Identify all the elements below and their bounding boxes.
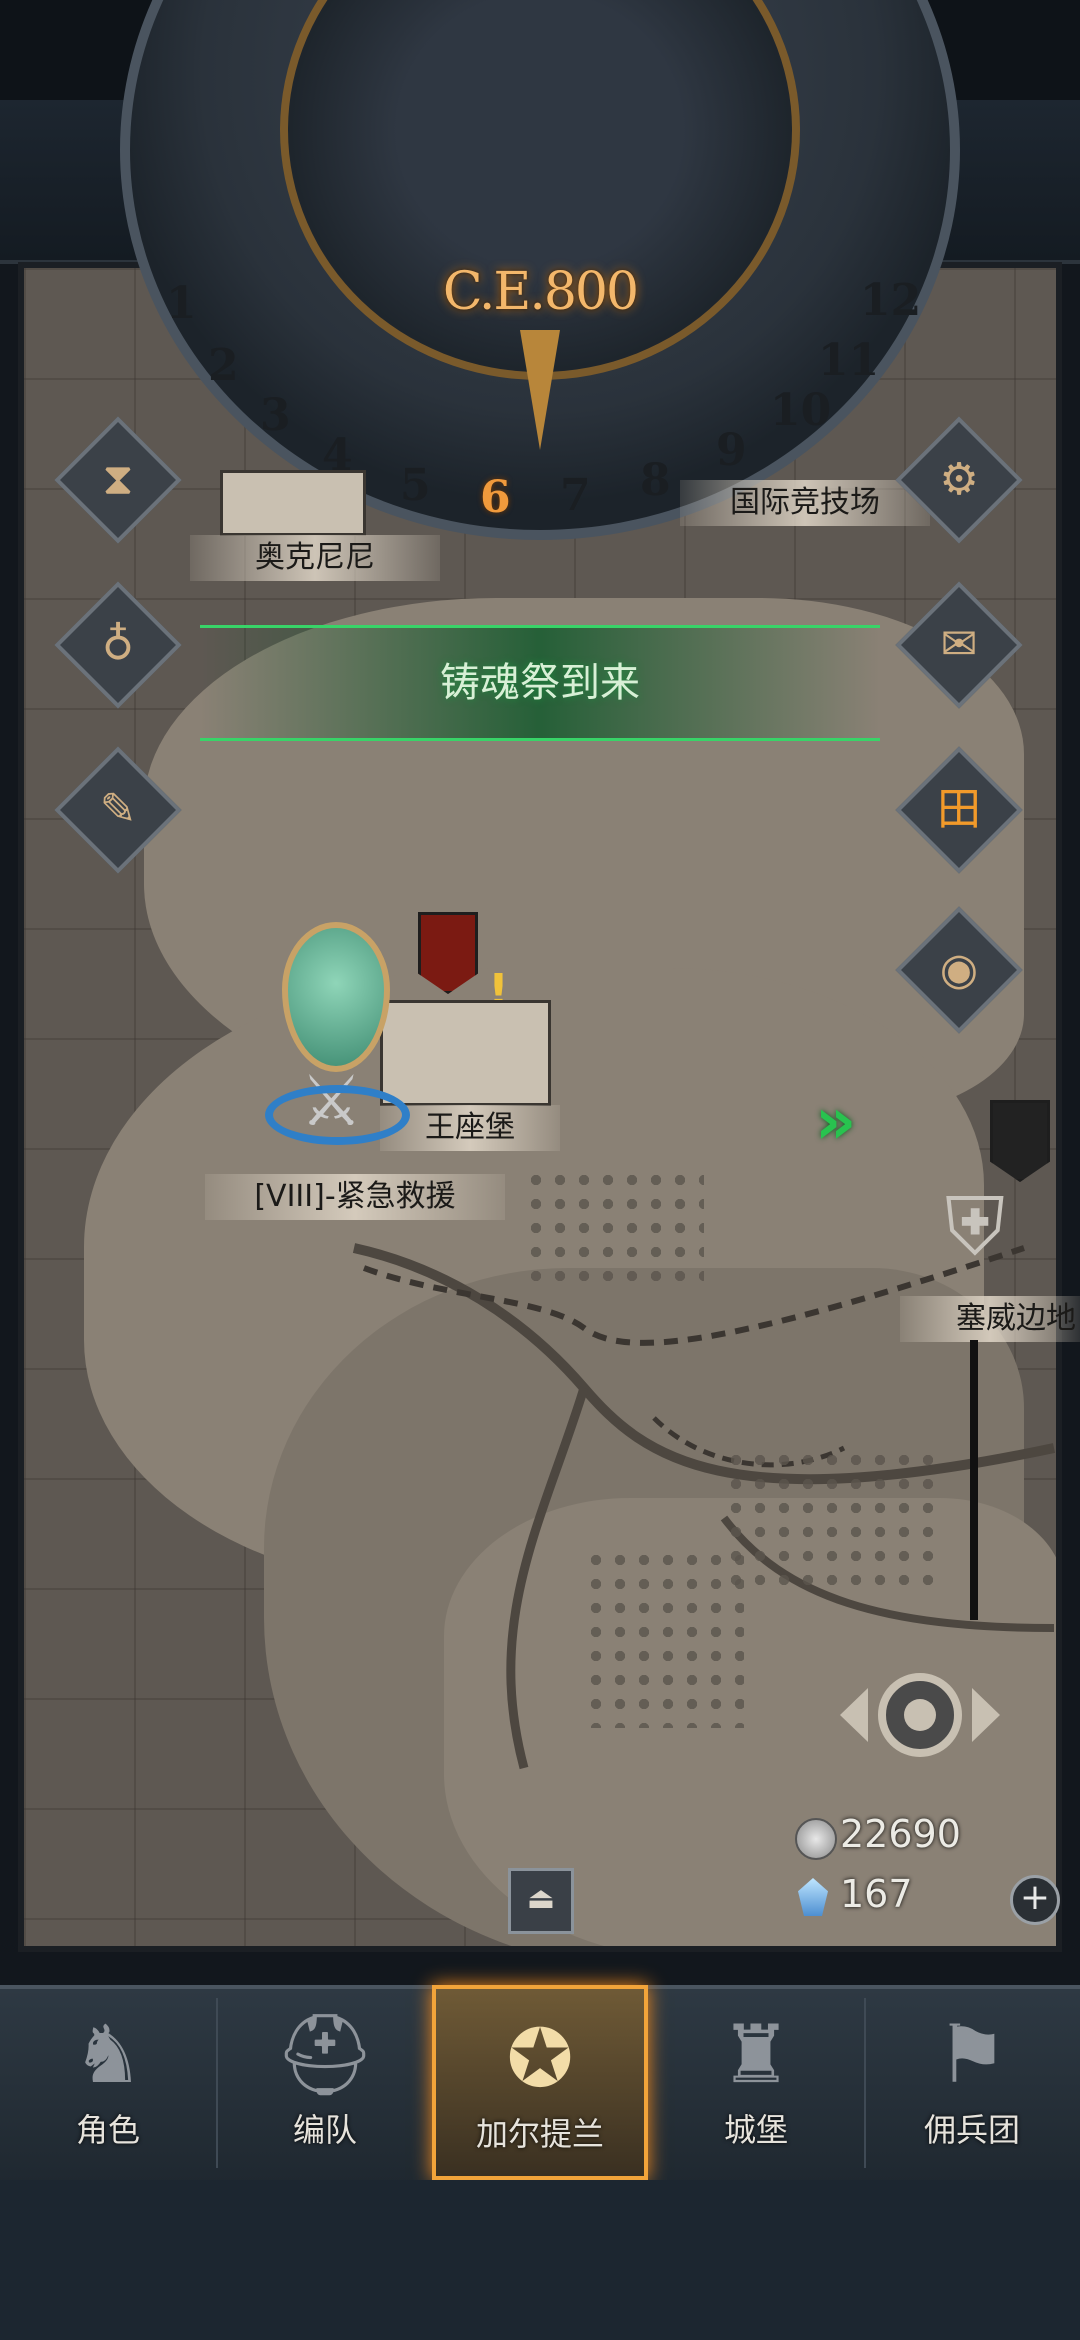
silver-coin-icon bbox=[795, 1818, 837, 1860]
forest-area bbox=[724, 1448, 944, 1588]
nav-tab-formation[interactable]: ⛑ 编队 bbox=[217, 1985, 433, 2180]
mercenary-icon: ⚑ bbox=[936, 2008, 1008, 2101]
location-label[interactable]: 塞威边地 bbox=[900, 1296, 1080, 1342]
route-indicator bbox=[970, 1340, 978, 1620]
month-number[interactable]: 8 bbox=[640, 455, 671, 506]
location-castle-icon[interactable] bbox=[220, 470, 366, 536]
knight-icon: ♞ bbox=[72, 2008, 144, 2101]
add-currency-button[interactable]: + bbox=[1010, 1875, 1060, 1925]
nav-tab-galtiran[interactable]: ✪ 加尔提兰 bbox=[432, 1985, 648, 2180]
hourglass-icon[interactable]: ⧗ bbox=[73, 435, 163, 525]
nav-tab-label: 编队 bbox=[292, 2111, 357, 2149]
nav-tab-label: 角色 bbox=[75, 2111, 140, 2149]
nav-tab-castle[interactable]: ♜ 城堡 bbox=[648, 1985, 864, 2180]
mail-icon[interactable]: ✉ bbox=[914, 600, 1004, 690]
castle-icon: ♜ bbox=[720, 2008, 792, 2101]
quest-ring bbox=[265, 1085, 410, 1145]
pouch-icon[interactable]: ♁ bbox=[73, 600, 163, 690]
month-number[interactable]: 7 bbox=[560, 470, 591, 521]
month-number[interactable]: 1 bbox=[166, 278, 197, 329]
grid-icon[interactable]: 田 bbox=[914, 765, 1004, 855]
collapse-panel-button[interactable]: ⏏ bbox=[508, 1868, 574, 1934]
nav-tab-label: 城堡 bbox=[723, 2111, 788, 2149]
quest-label[interactable]: [VIII]-紧急救援 bbox=[205, 1174, 505, 1220]
month-number[interactable]: 10 bbox=[770, 385, 831, 436]
nav-tab-label: 加尔提兰 bbox=[475, 2115, 604, 2153]
location-castle-icon[interactable] bbox=[380, 1000, 551, 1106]
route-arrow-icon[interactable]: » bbox=[815, 1085, 856, 1159]
forest-area bbox=[584, 1548, 744, 1728]
footer-area bbox=[0, 2180, 1080, 2340]
location-label[interactable]: 国际竞技场 bbox=[680, 480, 930, 526]
month-number[interactable]: 3 bbox=[260, 390, 291, 441]
nav-tab-label: 佣兵团 bbox=[923, 2111, 1020, 2149]
month-number[interactable]: 9 bbox=[716, 425, 747, 476]
world-map-icon: ✪ bbox=[506, 2012, 574, 2105]
era-label: C.E.800 bbox=[442, 262, 639, 322]
nav-tab-mercenary[interactable]: ⚑ 佣兵团 bbox=[864, 1985, 1080, 2180]
helmet-icon: ⛑ bbox=[274, 2008, 376, 2101]
forest-area bbox=[524, 1168, 704, 1288]
scroll-icon[interactable]: ✎ bbox=[73, 765, 163, 855]
event-banner-text: 铸魂祭到来 bbox=[440, 660, 640, 706]
nav-tab-character[interactable]: ♞ 角色 bbox=[0, 1985, 216, 2180]
crystal-amount: 167 bbox=[840, 1872, 913, 1916]
location-label[interactable]: 奥克尼尼 bbox=[190, 535, 440, 581]
gear-icon[interactable]: ⚙ bbox=[914, 435, 1004, 525]
month-number[interactable]: 2 bbox=[208, 340, 239, 391]
month-pointer bbox=[520, 330, 560, 450]
locate-center-icon[interactable] bbox=[840, 1660, 1000, 1770]
month-number-current[interactable]: 6 bbox=[480, 472, 511, 523]
coin-icon[interactable]: ◉ bbox=[914, 925, 1004, 1015]
month-number[interactable]: 5 bbox=[400, 460, 431, 511]
month-number[interactable]: 12 bbox=[860, 275, 921, 326]
month-number[interactable]: 11 bbox=[818, 335, 879, 386]
shield-emblem-icon[interactable]: ⛨ bbox=[945, 1180, 1005, 1274]
silver-amount: 22690 bbox=[840, 1812, 961, 1856]
